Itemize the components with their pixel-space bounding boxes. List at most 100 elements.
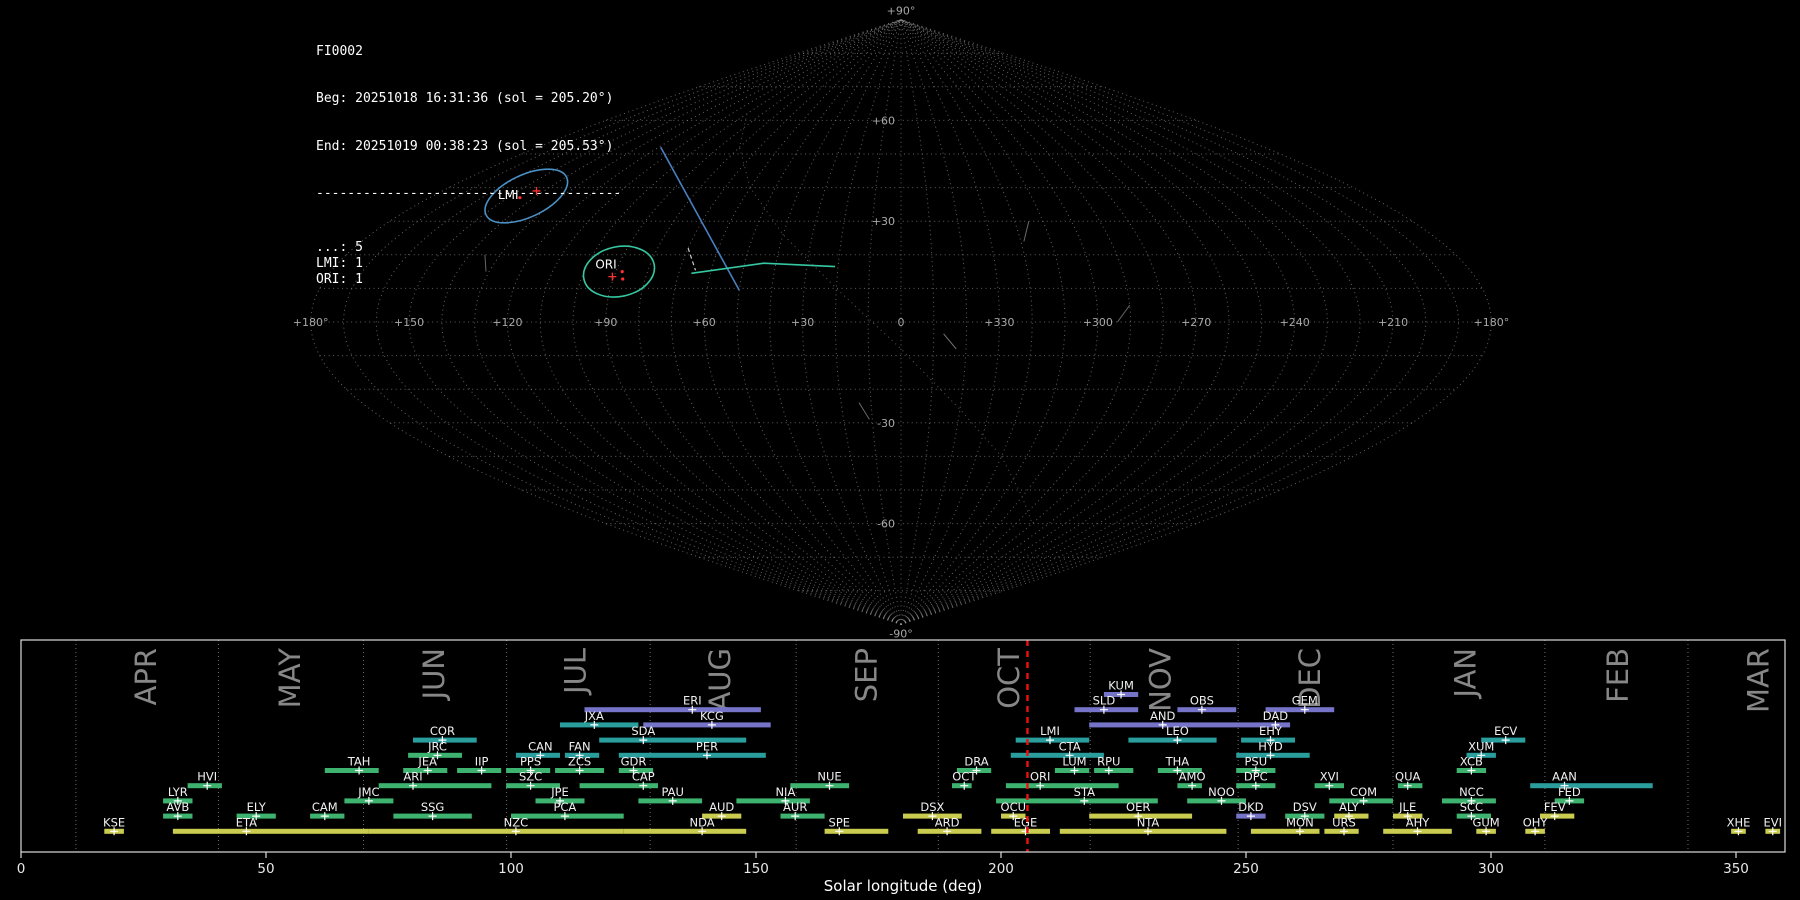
shower-bar-nue [790, 783, 850, 789]
shower-code-ari: ARI [403, 770, 422, 784]
meteor-activity-figure: +180° +150 +120 +90 +60 +30 0 +330 +300 +270 +240 +… [0, 0, 1800, 900]
shower-code-ahy: AHY [1406, 815, 1431, 829]
shower-bar-nzc [368, 828, 624, 834]
shower-code-cam: CAM [312, 800, 338, 814]
shower-code-nia: NIA [775, 785, 795, 799]
map-lon-label: +30 [791, 316, 814, 329]
figure-canvas: +180° +150 +120 +90 +60 +30 0 +330 +300 +270 +240 +… [17, 5, 1786, 895]
shower-bar-leo [1128, 737, 1217, 743]
shower-code-tah: TAH [347, 755, 371, 769]
map-lat-label: +60 [872, 114, 895, 127]
shower-code-xvi: XVI [1320, 770, 1339, 784]
shower-code-gem: GEM [1292, 694, 1318, 708]
map-meridian [605, 19, 902, 625]
shower-code-tha: THA [1165, 755, 1190, 769]
map-lat-label: +90° [887, 5, 916, 18]
map-lon-label: +270 [1181, 316, 1211, 329]
shower-code-cap: CAP [632, 770, 655, 784]
shower-code-can: CAN [528, 739, 553, 753]
map-meridian [900, 19, 1164, 625]
shower-code-qua: QUA [1395, 770, 1420, 784]
shower-code-amo: AMO [1179, 770, 1206, 784]
shower-code-sta: STA [1074, 785, 1095, 799]
shower-code-nta: NTA [1137, 815, 1160, 829]
shower-code-dpc: DPC [1244, 770, 1268, 784]
shower-code-ard: ARD [935, 815, 960, 829]
shower-code-sda: SDA [631, 724, 655, 738]
shower-bar-ege [991, 828, 1050, 834]
begin-time: Beg: 20251018 16:31:36 (sol = 205.20°) [316, 91, 614, 107]
month-label-nov: NOV [1144, 648, 1178, 712]
shower-code-zcs: ZCS [568, 755, 591, 769]
shower-code-kcg: KCG [700, 709, 724, 723]
shower-code-dsx: DSX [920, 800, 944, 814]
x-tick-label: 100 [498, 861, 524, 877]
activity-timeline: APR MAY JUN JUL AUG SEP OCT NOV DEC JAN FEB MARKUME… [17, 639, 1786, 877]
shower-code-pps: PPS [520, 755, 541, 769]
shower-code-gdr: GDR [621, 755, 647, 769]
x-tick-label: 250 [1233, 861, 1259, 877]
shower-code-leo: LEO [1166, 724, 1189, 738]
x-tick-label: 300 [1478, 861, 1504, 877]
white-dashed-trail [687, 247, 697, 271]
shower-code-pau: PAU [661, 785, 683, 799]
map-lon-label: +210 [1378, 316, 1408, 329]
shower-code-jpe: JPE [550, 785, 569, 799]
shower-code-ocu: OCU [1001, 800, 1027, 814]
shower-code-dra: DRA [964, 755, 988, 769]
sporadic-trail [1117, 304, 1131, 323]
x-tick-label: 150 [743, 861, 769, 877]
month-label-jun: JUN [417, 648, 451, 701]
month-label-feb: FEB [1601, 648, 1635, 703]
station-id: FI0002 [316, 43, 363, 59]
shower-code-lmi: LMI [1040, 724, 1060, 738]
map-lon-label: +300 [1083, 316, 1113, 329]
shower-code-aly: ALY [1339, 800, 1360, 814]
shower-code-aan: AAN [1552, 770, 1577, 784]
sporadic-trail [858, 402, 870, 420]
map-meridian [802, 19, 902, 625]
map-lat-label: -30 [877, 417, 895, 430]
month-label-apr: APR [129, 648, 163, 705]
shower-code-per: PER [696, 739, 718, 753]
map-lat-label: -90° [889, 627, 912, 640]
month-label-mar: MAR [1742, 648, 1776, 713]
map-lon-label: +330 [984, 316, 1014, 329]
shower-code-jmc: JMC [357, 785, 379, 799]
shower-code-spe: SPE [829, 815, 851, 829]
shower-code-fan: FAN [569, 739, 591, 753]
shower-bar-aan [1530, 783, 1653, 789]
shower-code-ehy: EHY [1259, 724, 1283, 738]
shower-bar-mon [1250, 828, 1320, 834]
x-tick-label: 200 [988, 861, 1014, 877]
shower-code-ohy: OHY [1523, 815, 1549, 829]
shower-bar-rpu [1094, 768, 1134, 773]
month-label-jan: JAN [1449, 648, 1483, 700]
shower-bar-jxa [560, 722, 639, 728]
shower-code-aur: AUR [783, 800, 807, 814]
shower-code-nue: NUE [817, 770, 841, 784]
shower-bar-kcg [643, 722, 771, 728]
shower-code-eta: ETA [236, 815, 257, 829]
shower-code-noo: NOO [1208, 785, 1235, 799]
map-meridian [900, 19, 935, 625]
shower-code-jrc: JRC [427, 739, 447, 753]
shower-bar-spe [824, 828, 889, 834]
map-meridian [900, 19, 1328, 625]
shower-bar-tah [324, 768, 379, 773]
shower-code-sld: SLD [1093, 694, 1116, 708]
shower-code-fed: FED [1558, 785, 1581, 799]
month-label-may: MAY [273, 648, 307, 709]
map-lon-label: +60 [693, 316, 716, 329]
end-time: End: 20251019 00:38:23 (sol = 205.53°) [316, 138, 614, 154]
shower-code-xhe: XHE [1727, 815, 1751, 829]
map-lon-label: +240 [1279, 316, 1309, 329]
radiant-marker-dot [621, 277, 625, 281]
shower-code-rpu: RPU [1097, 755, 1120, 769]
shower-code-hyd: HYD [1258, 739, 1283, 753]
shower-code-dsv: DSV [1293, 800, 1317, 814]
shower-counts: ...: 5 LMI: 1 ORI: 1 [316, 240, 621, 288]
x-tick-label: 350 [1723, 861, 1749, 877]
shower-code-lyr: LYR [168, 785, 188, 799]
shower-bar-cta [1010, 752, 1104, 758]
